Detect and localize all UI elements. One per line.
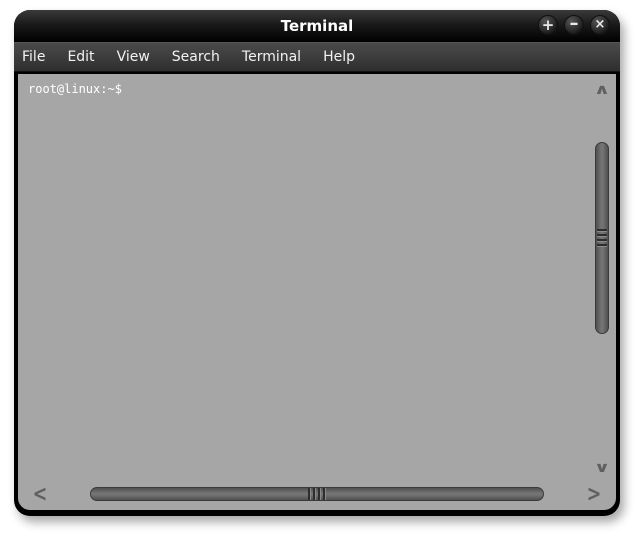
horizontal-scroll-thumb[interactable]	[90, 487, 544, 501]
add-tab-button[interactable]: +	[538, 15, 558, 35]
prompt-text: root@linux:~$	[28, 82, 129, 96]
titlebar-buttons: + – ×	[538, 15, 610, 35]
menu-edit[interactable]: Edit	[67, 49, 94, 65]
menu-terminal[interactable]: Terminal	[242, 49, 301, 65]
horizontal-grip-icon	[308, 490, 326, 498]
minimize-button[interactable]: –	[564, 15, 584, 35]
terminal-body[interactable]: root@linux:~$	[22, 78, 588, 480]
menu-file[interactable]: File	[22, 49, 45, 65]
content-area: root@linux:~$ ∧ ∨ < >	[18, 74, 616, 510]
close-button[interactable]: ×	[590, 15, 610, 35]
menu-help[interactable]: Help	[323, 49, 355, 65]
menubar: File Edit View Search Terminal Help	[14, 42, 620, 72]
titlebar[interactable]: Terminal + – ×	[14, 10, 620, 42]
vertical-scrollbar: ∧ ∨	[592, 78, 612, 478]
horizontal-scrollbar: < >	[50, 484, 584, 504]
scroll-down-button[interactable]: ∨	[592, 459, 612, 474]
terminal-window: Terminal + – × File Edit View Search Ter…	[14, 10, 620, 516]
horizontal-scroll-track[interactable]	[60, 485, 574, 503]
menu-view[interactable]: View	[117, 49, 150, 65]
vertical-scroll-track[interactable]	[593, 102, 611, 454]
vertical-grip-icon	[599, 229, 605, 247]
scroll-up-button[interactable]: ∧	[592, 81, 612, 96]
scroll-right-button[interactable]: >	[583, 484, 605, 504]
vertical-scroll-thumb[interactable]	[595, 142, 609, 334]
scroll-left-button[interactable]: <	[29, 484, 51, 504]
window-title: Terminal	[281, 10, 354, 42]
menu-search[interactable]: Search	[172, 49, 220, 65]
